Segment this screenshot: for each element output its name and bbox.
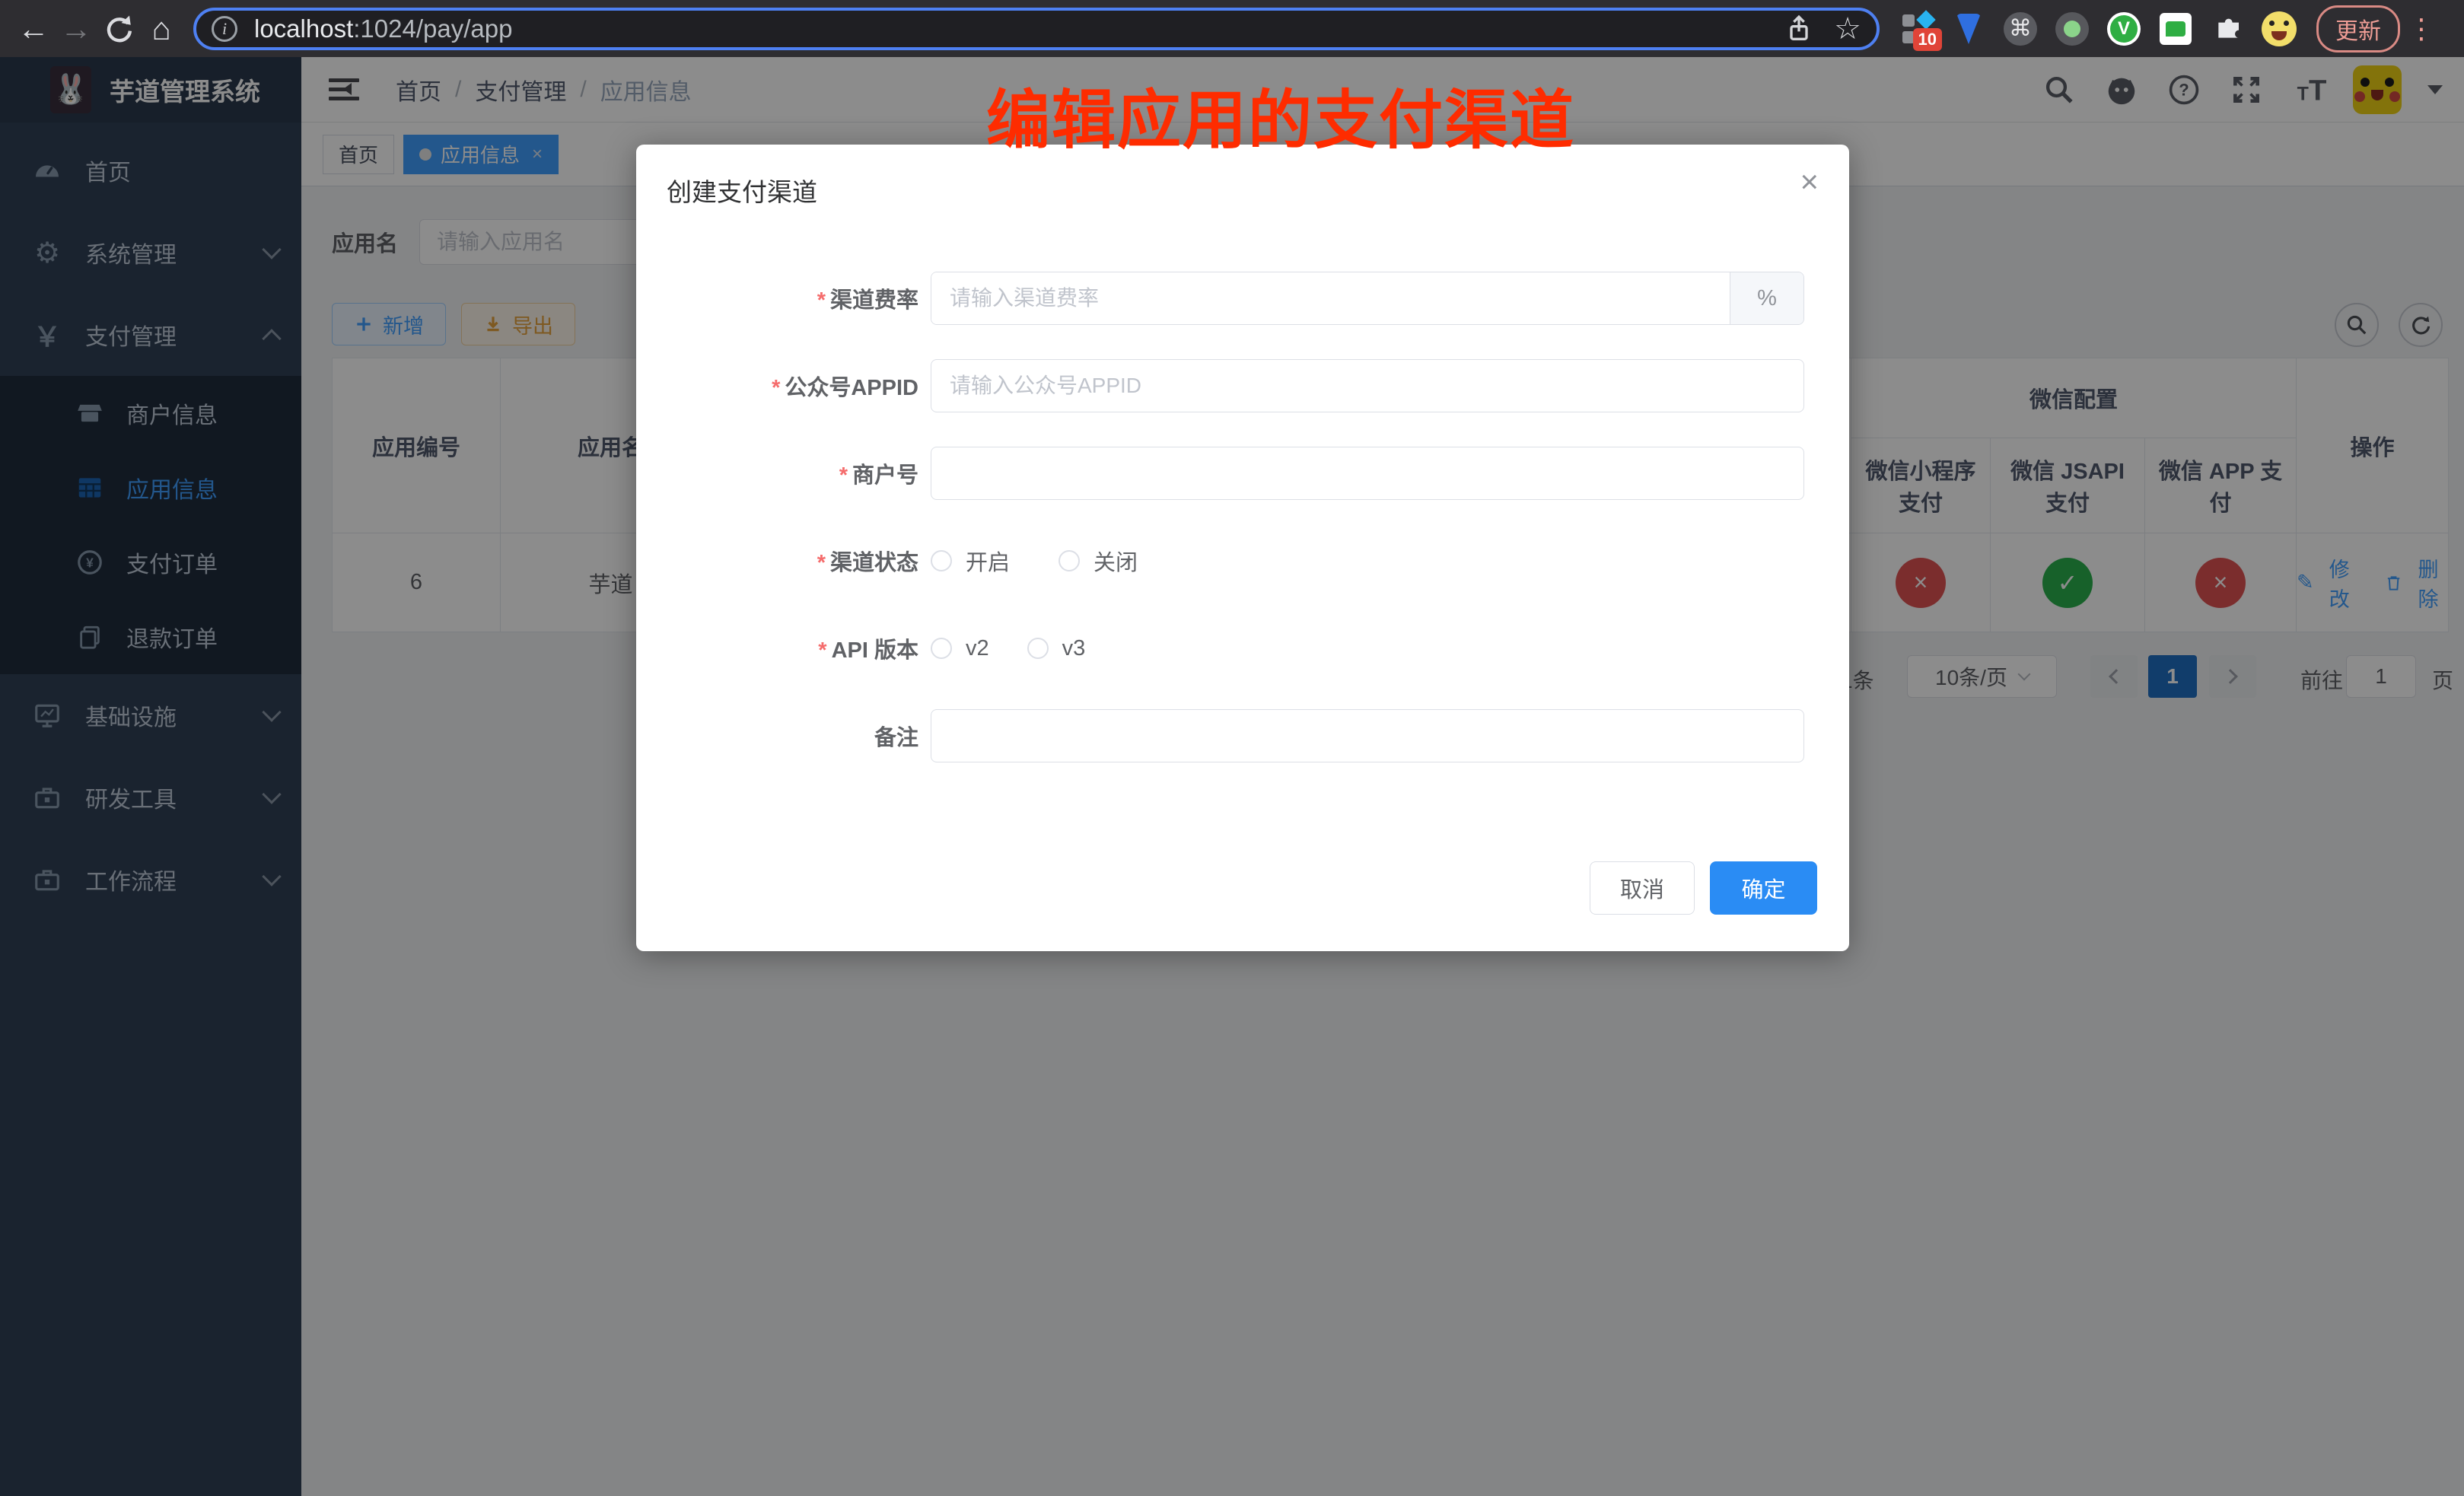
browser-chrome: ← → ⌂ i localhost:1024/pay/app ☆ 10 ⌘ [0,0,2464,57]
percent-suffix: % [1730,272,1803,324]
browser-update-button[interactable]: 更新 [2316,5,2400,53]
official-account-appid-input[interactable] [931,359,1804,412]
radio-circle-icon [931,550,952,571]
web-page: 🐰 芋道管理系统 首页 ⚙ 系统管理 ￥ 支付管理 [0,57,2464,1496]
screenshot-root: ← → ⌂ i localhost:1024/pay/app ☆ 10 ⌘ [0,0,2464,1496]
extension-row: 10 ⌘ V [1899,11,2297,46]
dialog-form: *渠道费率 % *公众号APPID *商户号 [636,272,1849,797]
bookmark-star-icon[interactable]: ☆ [1834,11,1861,46]
share-icon[interactable] [1784,14,1814,44]
radio-circle-icon [1059,550,1080,571]
site-info-icon[interactable]: i [212,16,237,42]
browser-menu-icon[interactable]: ⋮ [2408,13,2435,45]
extension-v-icon[interactable]: V [2106,11,2141,46]
form-row-channel-status: *渠道状态 开启 关闭 [636,534,1849,587]
browser-reload-icon[interactable] [97,8,140,50]
channel-rate-input[interactable] [931,272,1730,324]
extension-grid-icon[interactable]: 10 [1899,11,1934,46]
radio-status-closed[interactable]: 关闭 [1059,545,1138,577]
annotation-text: 编辑应用的支付渠道 [986,69,1575,161]
radio-status-open[interactable]: 开启 [931,545,1010,577]
form-row-merchant-id: *商户号 [636,447,1849,500]
browser-forward-icon[interactable]: → [55,8,97,50]
url-text: localhost:1024/pay/app [254,14,512,43]
address-bar[interactable]: i localhost:1024/pay/app ☆ [193,8,1880,50]
browser-home-icon[interactable]: ⌂ [140,8,183,50]
extension-chat-icon[interactable] [2158,11,2193,46]
form-row-appid: *公众号APPID [636,359,1849,412]
browser-back-icon[interactable]: ← [12,8,55,50]
radio-circle-icon [1027,638,1049,659]
form-row-remark: 备注 [636,709,1849,762]
cancel-button[interactable]: 取消 [1590,861,1695,915]
extension-kite-icon[interactable] [1951,11,1986,46]
extension-command-icon[interactable]: ⌘ [2003,11,2038,46]
dialog-title: 创建支付渠道 [667,172,817,208]
extension-greendot-icon[interactable] [2055,11,2090,46]
confirm-button[interactable]: 确定 [1710,861,1817,915]
dialog-footer: 取消 确定 [1590,861,1817,915]
remark-input[interactable] [931,709,1804,762]
radio-api-v2[interactable]: v2 [931,636,989,661]
form-row-api-version: *API 版本 v2 v3 [636,622,1849,675]
profile-emoji-avatar[interactable] [2262,11,2297,46]
create-payment-channel-dialog: 创建支付渠道 × *渠道费率 % *公众号APPID [636,145,1849,951]
merchant-id-input[interactable] [931,447,1804,500]
form-row-channel-rate: *渠道费率 % [636,272,1849,325]
dialog-close-icon[interactable]: × [1800,166,1819,198]
extension-badge: 10 [1913,28,1942,51]
radio-api-v3[interactable]: v3 [1027,636,1086,661]
radio-circle-icon [931,638,952,659]
extension-puzzle-icon[interactable] [2210,11,2245,46]
